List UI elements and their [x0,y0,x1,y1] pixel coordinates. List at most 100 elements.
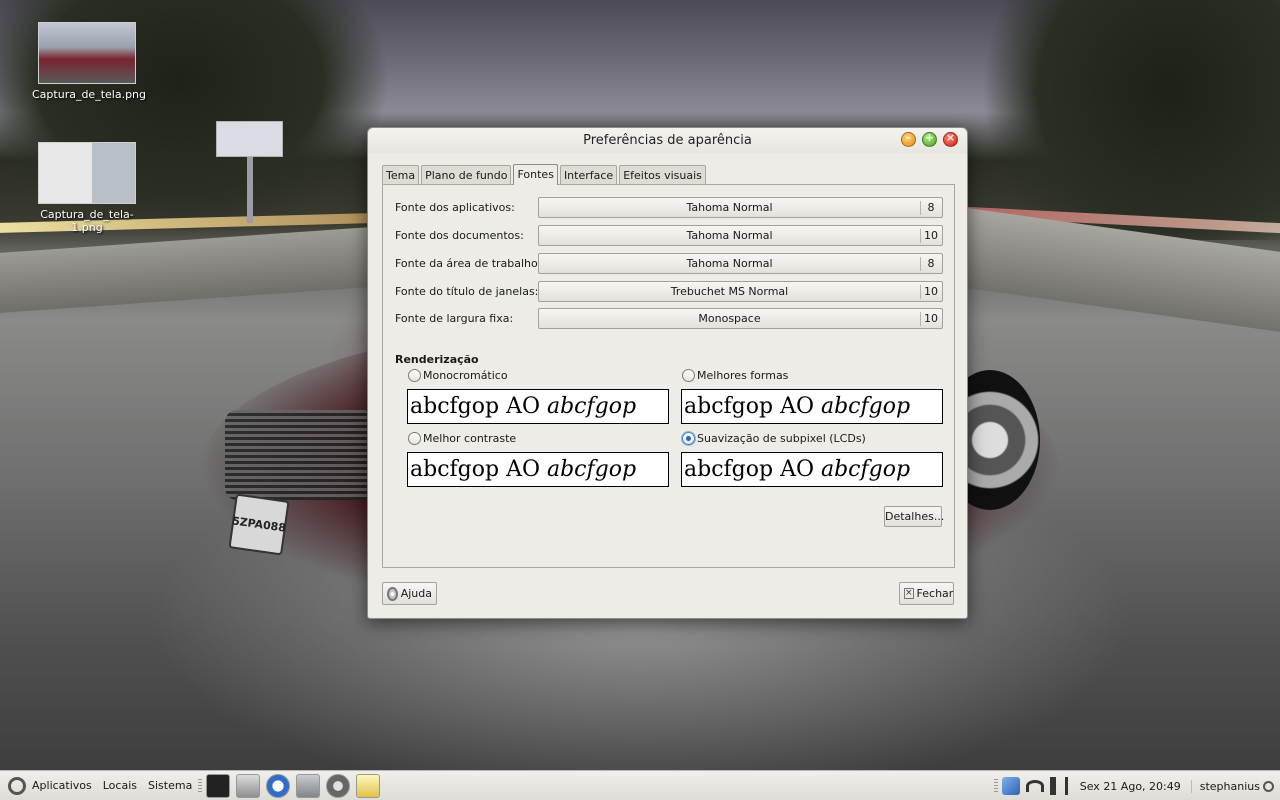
close-button[interactable]: × Fechar [899,582,954,605]
sample-best-contrast[interactable]: abcfgop AO abcfgop [407,452,669,487]
close-icon: × [904,588,914,599]
desktop-icon-label: Captura_de_tela-1.png [40,208,134,234]
font-size: 10 [920,311,941,326]
sample-text-italic: abcfgop [820,457,911,482]
details-button[interactable]: Detalhes... [884,506,944,527]
radio-indicator-checked [682,432,695,445]
font-name: Tahoma Normal [686,257,773,270]
minimize-button[interactable]: – [901,131,916,147]
close-window-button[interactable]: × [943,131,958,147]
help-icon [387,586,398,601]
font-row-documents: Fonte dos documentos: Tahoma Normal 10 [395,225,943,246]
radio-label: Monocromático [423,369,508,382]
menu-applications[interactable]: Aplicativos [32,779,92,792]
ubuntu-logo-icon[interactable] [8,776,26,795]
user-menu[interactable]: stephanius [1190,779,1274,793]
appearance-preferences-window: Preferências de aparência – + × Tema Pla… [367,127,968,619]
radio-indicator [408,432,421,445]
font-label: Fonte da área de trabalho: [395,257,542,270]
radio-label: Suavização de subpixel (LCDs) [697,432,866,445]
tab-efeitos-visuais[interactable]: Efeitos visuais [619,165,706,185]
volume-icon[interactable] [1049,777,1068,795]
clock[interactable]: Sex 21 Ago, 20:49 [1080,780,1181,793]
power-icon [1263,780,1274,792]
font-label: Fonte do título de janelas: [395,285,539,298]
help-button[interactable]: Ajuda [382,582,437,605]
image-thumbnail [38,142,136,204]
fonts-panel: Fonte dos aplicativos: Tahoma Normal 8 F… [382,184,955,568]
font-row-applications: Fonte dos aplicativos: Tahoma Normal 8 [395,197,943,218]
wallpaper-billboard-pole [247,157,253,223]
menu-system[interactable]: Sistema [148,779,192,792]
sample-text-plain: abcfgop AO [684,394,821,419]
close-button-label: Fechar [916,587,954,600]
sample-text-plain: abcfgop AO [410,394,547,419]
wallpaper-car-grille [225,410,375,500]
terminal-launcher-icon[interactable] [206,773,231,798]
radio-subpixel-smoothing[interactable]: Suavização de subpixel (LCDs) [682,432,866,445]
font-name: Tahoma Normal [686,229,773,242]
fixed-width-font-button[interactable]: Monospace 10 [538,308,943,329]
radio-indicator [682,369,695,382]
window-title-font-button[interactable]: Trebuchet MS Normal 10 [538,281,943,302]
sample-monochrome[interactable]: abcfgop AO abcfgop [407,389,669,424]
sample-text-plain: abcfgop AO [684,457,821,482]
wallpaper-barrier-left [0,227,370,313]
font-size: 10 [920,284,941,299]
font-label: Fonte dos aplicativos: [395,201,515,214]
radio-best-shapes[interactable]: Melhores formas [682,369,788,382]
user-name: stephanius [1199,779,1260,793]
browser-launcher-icon[interactable] [326,773,351,798]
wallpaper-trees-right [950,0,1280,240]
sample-text-plain: abcfgop AO [410,457,547,482]
sample-text-italic: abcfgop [546,457,637,482]
rendering-section-title: Renderização [395,353,479,366]
screenshot-launcher-icon[interactable] [236,773,261,798]
desktop-font-button[interactable]: Tahoma Normal 8 [538,253,943,274]
sample-best-shapes[interactable]: abcfgop AO abcfgop [681,389,943,424]
radio-label: Melhor contraste [423,432,517,445]
desktop-icon-screenshot-1[interactable]: Captura_de_tela-1.png [32,142,142,234]
font-name: Monospace [698,312,761,325]
radio-indicator [408,369,421,382]
wallpaper-billboard [216,121,283,157]
sample-text-italic: abcfgop [546,394,637,419]
font-label: Fonte dos documentos: [395,229,524,242]
close-icon: × [945,131,956,144]
tab-tema[interactable]: Tema [382,165,420,185]
radio-monochrome[interactable]: Monocromático [408,369,508,382]
maximize-icon: + [924,131,935,144]
wallpaper-car-plate: 5ZPA088 [228,493,290,556]
image-thumbnail [38,22,136,84]
panel-separator [198,778,203,793]
network-icon[interactable] [1001,777,1020,795]
font-row-desktop: Fonte da área de trabalho: Tahoma Normal… [395,253,943,274]
notes-launcher-icon[interactable] [356,773,381,798]
font-size: 10 [920,228,941,243]
application-font-button[interactable]: Tahoma Normal 8 [538,197,943,218]
wifi-icon[interactable] [1025,780,1044,792]
window-titlebar[interactable]: Preferências de aparência – + × [368,128,967,154]
desktop-icon-screenshot[interactable]: Captura_de_tela.png [32,22,147,101]
sample-subpixel-smoothing[interactable]: abcfgop AO abcfgop [681,452,943,487]
tab-bar: Tema Plano de fundo Fontes Interface Efe… [382,164,708,185]
font-name: Tahoma Normal [686,201,773,214]
bottom-panel: Aplicativos Locais Sistema Sex 21 Ago, 2… [0,770,1280,800]
maximize-button[interactable]: + [922,131,937,147]
font-name: Trebuchet MS Normal [670,285,789,298]
media-player-launcher-icon[interactable] [266,773,291,798]
help-button-label: Ajuda [400,587,432,600]
tab-interface[interactable]: Interface [559,165,618,185]
panel-tray: Sex 21 Ago, 20:49 stephanius [990,771,1280,800]
panel-separator [993,779,998,793]
font-row-fixed-width: Fonte de largura fixa: Monospace 10 [395,308,943,329]
radio-best-contrast[interactable]: Melhor contraste [408,432,516,445]
tab-plano-de-fundo[interactable]: Plano de fundo [421,165,512,185]
messenger-launcher-icon[interactable] [296,773,321,798]
menu-places[interactable]: Locais [103,779,137,792]
desktop-icon-label: Captura_de_tela.png [32,88,147,101]
tab-fontes[interactable]: Fontes [513,164,558,185]
sample-text-italic: abcfgop [820,394,911,419]
document-font-button[interactable]: Tahoma Normal 10 [538,225,943,246]
radio-label: Melhores formas [697,369,789,382]
